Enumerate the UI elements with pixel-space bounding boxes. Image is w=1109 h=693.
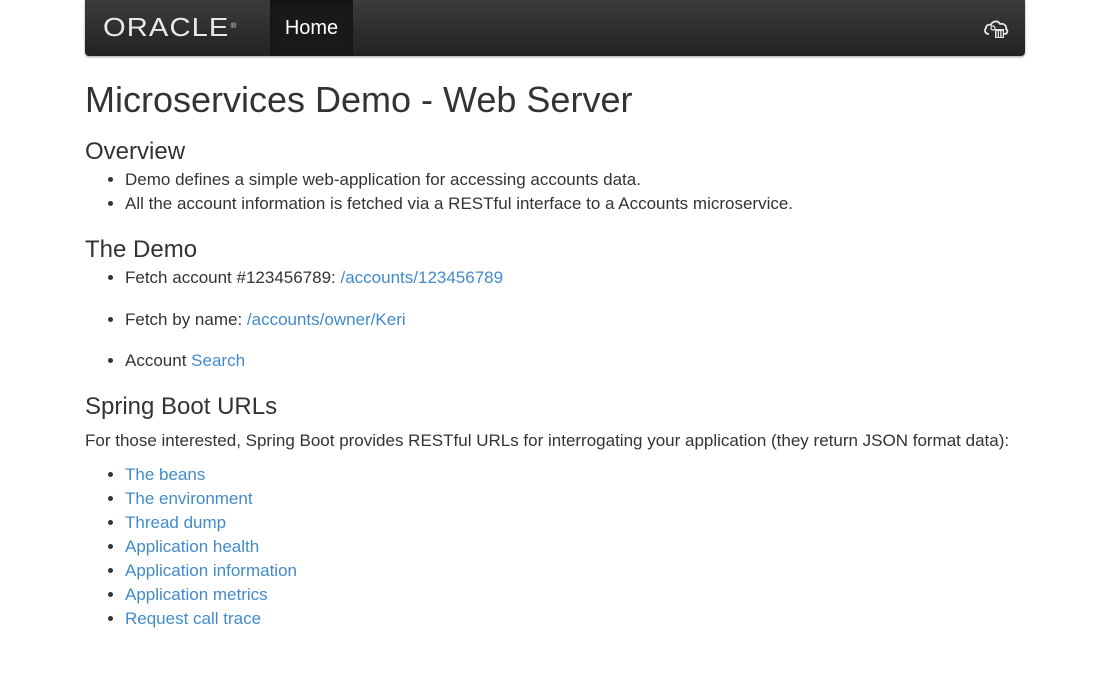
health-link[interactable]: Application health	[125, 537, 259, 556]
list-item: The environment	[125, 487, 1025, 511]
beans-link[interactable]: The beans	[125, 465, 205, 484]
list-item: Application health	[125, 535, 1025, 559]
registered-mark: ®	[230, 23, 238, 30]
demo-heading: The Demo	[85, 236, 198, 263]
metrics-link[interactable]: Application metrics	[125, 585, 268, 604]
spring-heading: Spring Boot URLs	[85, 392, 278, 420]
list-item: Fetch by name: /accounts/owner/Keri	[125, 308, 1025, 332]
thread-dump-link[interactable]: Thread dump	[125, 513, 226, 532]
nav-home-link[interactable]: Home	[270, 0, 353, 56]
list-item: Demo defines a simple web-application fo…	[125, 168, 1025, 192]
list-item: Account Search	[125, 349, 1025, 373]
top-navbar: ORACLE® Home	[85, 0, 1025, 56]
info-link[interactable]: Application information	[125, 561, 297, 580]
cloud-app-icon[interactable]	[983, 16, 1009, 40]
page-title: Microservices Demo - Web Server	[85, 79, 633, 120]
spring-boot-section: Spring Boot URLs For those interested, S…	[85, 391, 1025, 631]
list-item: Application metrics	[125, 583, 1025, 607]
trace-link[interactable]: Request call trace	[125, 609, 261, 628]
list-item: Fetch account #123456789: /accounts/1234…	[125, 266, 1025, 290]
list-item: All the account information is fetched v…	[125, 192, 1025, 216]
overview-list: Demo defines a simple web-application fo…	[85, 168, 1025, 216]
list-item: Application information	[125, 559, 1025, 583]
item-label: Fetch account #123456789:	[125, 268, 341, 287]
fetch-by-name-link[interactable]: /accounts/owner/Keri	[247, 310, 406, 329]
list-item: Thread dump	[125, 511, 1025, 535]
fetch-account-link[interactable]: /accounts/123456789	[341, 268, 504, 287]
item-label: Fetch by name:	[125, 309, 247, 329]
account-search-link[interactable]: Search	[191, 351, 245, 370]
main-content: Microservices Demo - Web Server Overview…	[85, 72, 1025, 631]
spring-links-list: The beans The environment Thread dump Ap…	[85, 463, 1025, 631]
overview-section: Overview Demo defines a simple web-appli…	[85, 136, 1025, 216]
overview-heading: Overview	[85, 138, 186, 165]
environment-link[interactable]: The environment	[125, 489, 253, 508]
oracle-logo[interactable]: ORACLE®	[103, 12, 238, 42]
list-item: Request call trace	[125, 607, 1025, 631]
list-item: The beans	[125, 463, 1025, 487]
item-label: Account	[125, 351, 192, 370]
demo-section: The Demo Fetch account #123456789: /acco…	[85, 234, 1025, 373]
brand-text: ORACLE	[103, 12, 230, 42]
demo-list: Fetch account #123456789: /accounts/1234…	[85, 266, 1025, 373]
spring-intro: For those interested, Spring Boot provid…	[85, 430, 1010, 450]
